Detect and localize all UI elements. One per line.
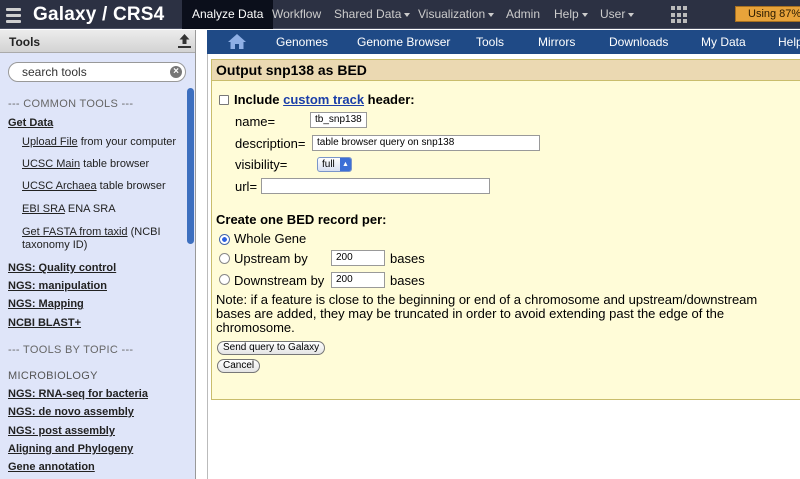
tool-ebi-sra[interactable]: EBI SRA ENA SRA [22, 203, 116, 215]
downstream-field[interactable]: 200 [331, 272, 385, 288]
tab-workflow[interactable]: Workflow [272, 0, 321, 29]
upstream-field[interactable]: 200 [331, 250, 385, 266]
include-header-checkbox[interactable] [219, 95, 229, 105]
clear-search-icon[interactable]: × [170, 66, 182, 78]
scratchbook-grid-icon[interactable] [671, 6, 689, 24]
tab-admin[interactable]: Admin [506, 0, 540, 29]
truncation-note: Note: if a feature is close to the begin… [216, 292, 758, 335]
tool-group-post-assembly[interactable]: NGS: post assembly [8, 425, 115, 437]
nav-mirrors[interactable]: Mirrors [538, 30, 575, 54]
upstream-bases-label: bases [390, 251, 425, 266]
tool-panel-title: Tools [9, 35, 41, 49]
visibility-select[interactable]: full ▲ [317, 157, 352, 172]
section-common-tools: --- COMMON TOOLS --- [8, 98, 134, 110]
tab-user[interactable]: User [600, 0, 635, 29]
include-header-label: Include custom track header: [234, 92, 415, 107]
nav-genome-browser[interactable]: Genome Browser [357, 30, 450, 54]
brand-title[interactable]: Galaxy / CRS4 [33, 4, 164, 26]
search-input[interactable] [22, 65, 162, 79]
output-bed-form: Output snp138 as BED Include custom trac… [211, 59, 800, 400]
name-field[interactable]: tb_snp138 [310, 112, 367, 128]
radio-whole-gene[interactable] [219, 234, 230, 245]
center-panel: Output snp138 as BED Include custom trac… [207, 54, 800, 479]
ucsc-nav-bar: Genomes Genome Browser Tools Mirrors Dow… [207, 30, 800, 54]
tool-group-get-data[interactable]: Get Data [8, 117, 53, 129]
url-label: url= [235, 179, 258, 194]
tool-ucsc-archaea[interactable]: UCSC Archaea table browser [22, 180, 166, 192]
nav-help[interactable]: Help [778, 30, 800, 54]
downstream-label: Downstream by [234, 273, 325, 288]
tool-group-ngs-qc[interactable]: NGS: Quality control [8, 262, 116, 274]
tool-panel-scrollbar[interactable] [187, 88, 195, 479]
tool-get-fasta-taxid[interactable]: Get FASTA from taxid (NCBI [22, 226, 161, 238]
tool-group-rnaseq-bacteria[interactable]: NGS: RNA-seq for bacteria [8, 388, 148, 400]
record-heading: Create one BED record per: [216, 212, 387, 227]
radio-upstream[interactable] [219, 253, 230, 264]
downstream-bases-label: bases [390, 273, 425, 288]
galaxy-menu-icon[interactable] [4, 6, 26, 24]
tool-get-fasta-taxid-cont[interactable]: taxonomy ID) [22, 239, 87, 251]
visibility-label: visibility= [235, 157, 288, 172]
tool-panel-header: Tools [0, 30, 195, 53]
send-query-button[interactable]: Send query to Galaxy [217, 341, 326, 355]
brand[interactable]: Galaxy / CRS4 [4, 0, 164, 29]
tool-group-gene-annotation[interactable]: Gene annotation [8, 461, 95, 473]
chevron-down-icon [628, 12, 635, 17]
radio-downstream[interactable] [219, 274, 230, 285]
form-title: Output snp138 as BED [212, 60, 800, 81]
nav-tools[interactable]: Tools [476, 30, 504, 54]
tool-group-aligning-phylogeny[interactable]: Aligning and Phylogeny [8, 443, 133, 455]
tab-help[interactable]: Help [554, 0, 588, 29]
tool-group-ngs-manipulation[interactable]: NGS: manipulation [8, 280, 107, 292]
tool-group-ncbi-blast[interactable]: NCBI BLAST+ [8, 317, 81, 329]
chevron-down-icon [404, 12, 411, 17]
tab-shared-data[interactable]: Shared Data [334, 0, 411, 29]
section-tools-by-topic: --- TOOLS BY TOPIC --- [8, 344, 134, 356]
tool-upload-file[interactable]: Upload File from your computer [22, 136, 176, 148]
whole-gene-label: Whole Gene [234, 231, 307, 246]
tool-ucsc-main[interactable]: UCSC Main table browser [22, 158, 149, 170]
select-arrows-icon: ▲ [340, 158, 351, 171]
nav-my-data[interactable]: My Data [701, 30, 746, 54]
tab-visualization[interactable]: Visualization [418, 0, 495, 29]
quota-meter: Using 87% [735, 6, 800, 22]
description-field[interactable]: table browser query on snp138 [312, 135, 540, 151]
url-field[interactable] [261, 178, 490, 194]
tool-panel: Tools × --- COMMON TOOLS --- Get Data Up… [0, 30, 196, 479]
name-label: name= [235, 114, 276, 129]
upload-icon[interactable] [177, 33, 192, 49]
custom-track-link[interactable]: custom track [283, 92, 364, 107]
masthead: Galaxy / CRS4 Analyze Data Workflow Shar… [0, 0, 800, 29]
upstream-label: Upstream by [234, 251, 308, 266]
category-microbiology: MICROBIOLOGY [8, 370, 98, 382]
tool-group-ngs-mapping[interactable]: NGS: Mapping [8, 298, 84, 310]
chevron-down-icon [581, 12, 588, 17]
tab-analyze-data[interactable]: Analyze Data [182, 0, 274, 29]
chevron-down-icon [488, 12, 495, 17]
nav-genomes[interactable]: Genomes [276, 30, 328, 54]
nav-downloads[interactable]: Downloads [609, 30, 668, 54]
home-icon[interactable] [227, 33, 247, 50]
description-label: description= [235, 136, 306, 151]
cancel-button[interactable]: Cancel [217, 359, 261, 373]
tool-search[interactable]: × [8, 62, 186, 82]
tool-group-denovo-assembly[interactable]: NGS: de novo assembly [8, 406, 134, 418]
scrollbar-thumb[interactable] [187, 88, 194, 244]
